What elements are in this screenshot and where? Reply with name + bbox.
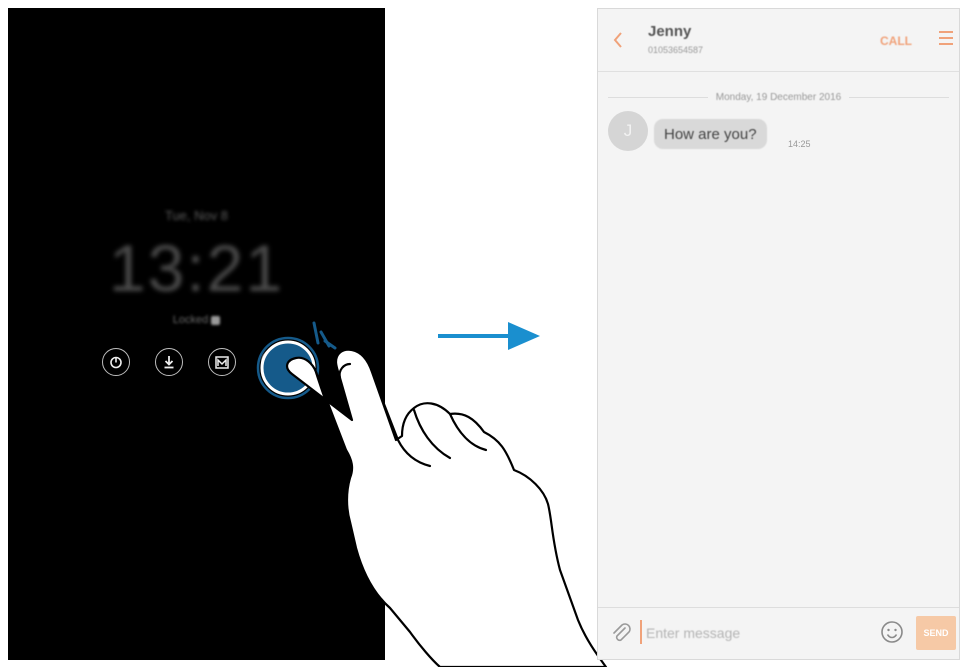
- conversation-header: Jenny 01053654587 CALL: [598, 9, 959, 72]
- avatar[interactable]: J: [608, 111, 648, 151]
- menu-icon[interactable]: [938, 29, 954, 52]
- contact-number: 01053654587: [648, 45, 704, 55]
- message-timestamp: 14:25: [788, 139, 811, 149]
- message-screen: Jenny 01053654587 CALL Monday, 19 Decemb…: [597, 8, 960, 660]
- divider-line: [849, 96, 950, 98]
- message-composer: Enter message SEND: [598, 607, 959, 659]
- date-separator: Monday, 19 December 2016: [608, 87, 950, 107]
- attach-icon[interactable]: [610, 622, 632, 649]
- tap-marks-icon: [312, 321, 337, 350]
- send-button[interactable]: SEND: [916, 616, 956, 650]
- text-cursor: [640, 620, 642, 644]
- emoji-icon[interactable]: [880, 620, 904, 649]
- arrow-right-icon: [438, 322, 540, 350]
- message-bubble[interactable]: How are you?: [654, 119, 767, 149]
- hand-icon: [286, 348, 608, 667]
- message-input[interactable]: Enter message: [646, 625, 740, 641]
- back-arrow-icon[interactable]: [612, 31, 624, 54]
- date-separator-label: Monday, 19 December 2016: [715, 91, 842, 103]
- contact-name: Jenny: [648, 23, 692, 40]
- call-button[interactable]: CALL: [880, 34, 912, 48]
- divider-line: [608, 96, 708, 98]
